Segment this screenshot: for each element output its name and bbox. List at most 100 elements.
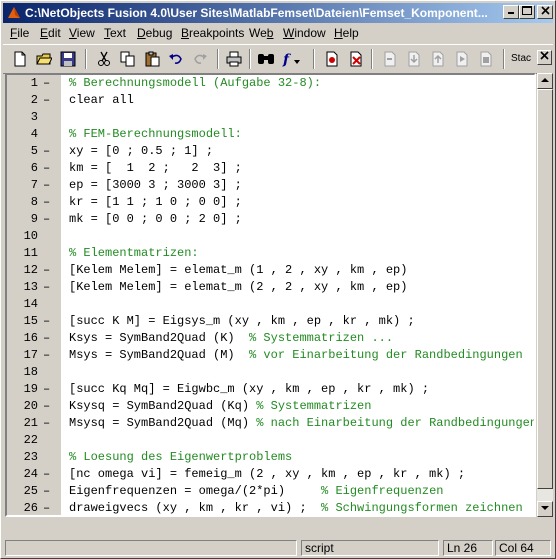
redo-button[interactable]	[189, 49, 211, 69]
clear-breakpoints-button[interactable]	[345, 49, 367, 69]
breakpoint-marker[interactable]: –	[43, 466, 50, 483]
code-line[interactable]: 23 % Loesung des Eigenwertproblems	[7, 449, 534, 466]
code-statement: draweigvecs (xy , km , kr , vi) ;	[69, 501, 322, 515]
set-breakpoint-button[interactable]	[321, 49, 343, 69]
open-button[interactable]	[33, 49, 55, 69]
breakpoint-marker[interactable]: –	[43, 194, 50, 211]
arrow-down-icon	[541, 506, 549, 510]
code-text: xy = [0 ; 0.5 ; 1] ;	[69, 143, 213, 160]
breakpoint-marker[interactable]: –	[43, 381, 50, 398]
menu-text[interactable]: Text	[104, 26, 126, 40]
code-line[interactable]: 16– Ksys = SymBand2Quad (K) % Systemmatri…	[7, 330, 534, 347]
breakpoint-marker[interactable]: –	[43, 160, 50, 177]
function-button[interactable]: f	[281, 49, 303, 69]
vertical-scrollbar[interactable]	[537, 73, 553, 517]
breakpoint-marker[interactable]: –	[43, 92, 50, 109]
copy-button[interactable]	[117, 49, 139, 69]
breakpoint-marker[interactable]: –	[43, 415, 50, 432]
matlab-app-icon[interactable]	[6, 5, 22, 21]
breakpoint-marker[interactable]: –	[43, 211, 50, 228]
code-line[interactable]: 14	[7, 296, 534, 313]
cut-button[interactable]	[93, 49, 115, 69]
line-number: 26	[23, 501, 38, 515]
code-line[interactable]: 13– [Kelem Melem] = elemat_m (2 , 2 , xy …	[7, 279, 534, 296]
code-comment: % vor Einarbeitung der Randbedingungen	[249, 348, 523, 362]
breakpoint-marker[interactable]: –	[43, 330, 50, 347]
menu-window[interactable]: Window	[283, 26, 326, 40]
undo-button[interactable]	[165, 49, 187, 69]
code-line[interactable]: 8– kr = [1 1 ; 1 0 ; 0 0] ;	[7, 194, 534, 211]
menu-debug[interactable]: Debug	[137, 26, 172, 40]
code-line[interactable]: 9– mk = [0 0 ; 0 0 ; 2 0] ;	[7, 211, 534, 228]
continue-icon	[456, 51, 468, 67]
breakpoint-marker[interactable]: –	[43, 279, 50, 296]
print-button[interactable]	[223, 49, 245, 69]
code-line[interactable]: 15– [succ K M] = Eigsys_m (xy , km , ep ,…	[7, 313, 534, 330]
status-column: Col 64	[495, 540, 551, 556]
breakpoint-marker[interactable]: –	[43, 398, 50, 415]
scroll-thumb[interactable]	[537, 89, 553, 489]
code-text: km = [ 1 2 ; 2 3] ;	[69, 160, 242, 177]
code-line[interactable]: 7– ep = [3000 3 ; 3000 3] ;	[7, 177, 534, 194]
code-line[interactable]: 19– [succ Kq Mq] = Eigwbc_m (xy , km , ep…	[7, 381, 534, 398]
code-line[interactable]: 24– [nc omega vi] = femeig_m (2 , xy , km…	[7, 466, 534, 483]
code-line[interactable]: 3	[7, 109, 534, 126]
code-line[interactable]: 21– Msysq = SymBand2Quad (Mq) % nach Eina…	[7, 415, 534, 432]
find-button[interactable]	[255, 49, 277, 69]
line-number: 8	[30, 195, 38, 209]
stack-close-button[interactable]	[537, 50, 552, 65]
minimize-button[interactable]	[503, 5, 519, 19]
svg-text:f: f	[282, 52, 292, 67]
continue-button[interactable]	[451, 49, 473, 69]
menu-file[interactable]: File	[10, 26, 29, 40]
code-line[interactable]: 18	[7, 364, 534, 381]
save-button[interactable]	[57, 49, 79, 69]
code-line[interactable]: 20– Ksysq = SymBand2Quad (Kq) % Systemmat…	[7, 398, 534, 415]
code-editor[interactable]: 1–% Berechnungsmodell (Aufgabe 32-8): 2– c…	[5, 73, 536, 517]
menu-web[interactable]: Web	[249, 26, 273, 40]
step-button[interactable]	[379, 49, 401, 69]
code-statement: xy = [0 ; 0.5 ; 1] ;	[69, 144, 214, 158]
line-number: 3	[30, 110, 38, 124]
new-button[interactable]	[9, 49, 31, 69]
code-line[interactable]: 10	[7, 228, 534, 245]
breakpoint-marker[interactable]: –	[43, 75, 50, 92]
scroll-up-button[interactable]	[537, 73, 553, 89]
menu-edit[interactable]: Edit	[40, 26, 61, 40]
code-line[interactable]: 6– km = [ 1 2 ; 2 3] ;	[7, 160, 534, 177]
title-bar[interactable]: C:\NetObjects Fusion 4.0\User Sites\Matl…	[3, 3, 553, 23]
code-line[interactable]: 17– Msys = SymBand2Quad (M) % vor Einarbe…	[7, 347, 534, 364]
code-statement: [nc omega vi] = femeig_m (2 , xy , km , …	[69, 467, 466, 481]
breakpoint-marker[interactable]: –	[43, 500, 50, 515]
menu-view[interactable]: View	[69, 26, 95, 40]
breakpoint-marker[interactable]: –	[43, 177, 50, 194]
code-text: draweigvecs (xy , km , kr , vi) ; % Schw…	[69, 500, 523, 515]
step-out-button[interactable]	[427, 49, 449, 69]
breakpoint-marker[interactable]: –	[43, 262, 50, 279]
code-line[interactable]: 26– draweigvecs (xy , km , kr , vi) ; % S…	[7, 500, 534, 515]
code-line[interactable]: 11 % Elementmatrizen:	[7, 245, 534, 262]
line-number: 22	[23, 433, 38, 447]
breakpoint-marker[interactable]: –	[43, 143, 50, 160]
close-button[interactable]	[537, 5, 553, 19]
code-line[interactable]: 4 % FEM-Berechnungsmodell:	[7, 126, 534, 143]
code-line[interactable]: 1– % Berechnungsmodell (Aufgabe 32-8):	[7, 75, 534, 92]
maximize-button[interactable]	[519, 5, 535, 19]
toolbar-separator	[217, 49, 219, 69]
code-line[interactable]: 5– xy = [0 ; 0.5 ; 1] ;	[7, 143, 534, 160]
stack-label[interactable]: Stac	[511, 53, 531, 64]
breakpoint-marker[interactable]: –	[43, 347, 50, 364]
breakpoint-marker[interactable]: –	[43, 483, 50, 500]
menu-breakpoints[interactable]: Breakpoints	[181, 26, 244, 40]
scroll-down-button[interactable]	[537, 501, 553, 517]
paste-button[interactable]	[141, 49, 163, 69]
quit-debug-button[interactable]	[475, 49, 497, 69]
code-line[interactable]: 2– clear all	[7, 92, 534, 109]
menu-help[interactable]: Help	[334, 26, 359, 40]
step-in-button[interactable]	[403, 49, 425, 69]
code-text: [Kelem Melem] = elemat_m (1 , 2 , xy , k…	[69, 262, 407, 279]
code-line[interactable]: 12– [Kelem Melem] = elemat_m (1 , 2 , xy …	[7, 262, 534, 279]
breakpoint-marker[interactable]: –	[43, 313, 50, 330]
code-line[interactable]: 25– Eigenfrequenzen = omega/(2*pi) % Eige…	[7, 483, 534, 500]
code-line[interactable]: 22	[7, 432, 534, 449]
